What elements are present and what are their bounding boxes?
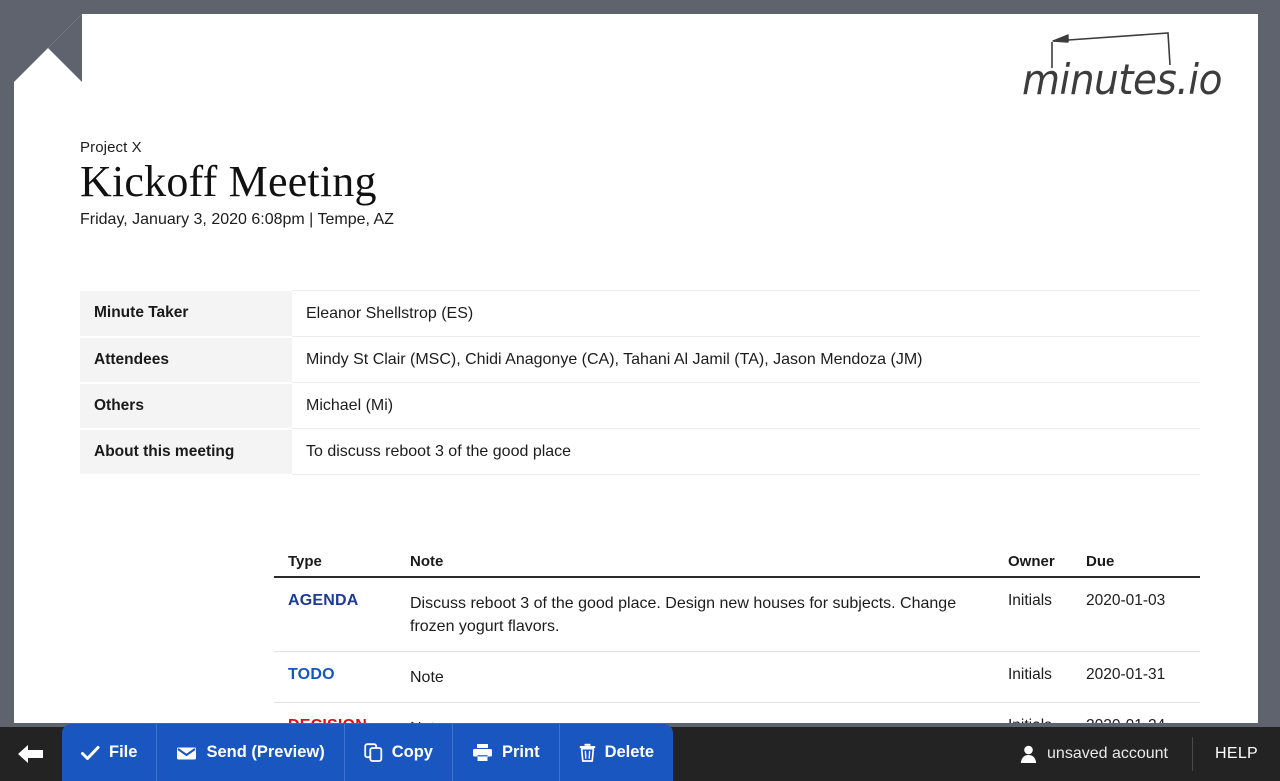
document-page: Project X Kickoff Meeting Friday, Januar…	[14, 14, 1258, 723]
account-status[interactable]: unsaved account	[1002, 737, 1193, 771]
document-actions-toolbar: File Send (Preview) Copy Print Delete	[62, 724, 674, 781]
table-row: Others Michael (Mi)	[80, 382, 1200, 430]
send-preview-button[interactable]: Send (Preview)	[157, 724, 345, 781]
info-value[interactable]: Mindy St Clair (MSC), Chidi Anagonye (CA…	[292, 336, 1200, 383]
delete-button-label: Delete	[604, 743, 655, 761]
note-type[interactable]: TODO	[274, 651, 410, 703]
column-header-owner: Owner	[1008, 544, 1086, 578]
note-type[interactable]: DECISION	[274, 702, 410, 723]
table-row: AGENDA Discuss reboot 3 of the good plac…	[274, 577, 1200, 652]
document-header: Project X Kickoff Meeting Friday, Januar…	[80, 138, 1200, 231]
copy-button-label: Copy	[391, 743, 433, 761]
file-button[interactable]: File	[62, 724, 158, 781]
meeting-datetime-location: Friday, January 3, 2020 6:08pm | Tempe, …	[80, 211, 394, 228]
back-button[interactable]	[0, 727, 62, 781]
note-due[interactable]: 2020-01-31	[1086, 651, 1200, 703]
note-owner[interactable]: Initials	[1008, 651, 1086, 703]
note-owner[interactable]: Initials	[1008, 702, 1086, 723]
envelope-icon	[177, 747, 197, 759]
table-row: Attendees Mindy St Clair (MSC), Chidi An…	[80, 336, 1200, 384]
info-label: Minute Taker	[80, 290, 292, 338]
print-button[interactable]: Print	[453, 724, 560, 781]
minutes-io-logo: minutes.io	[1022, 30, 1222, 112]
logo-text: minutes.io	[1022, 56, 1222, 105]
table-row: Minute Taker Eleanor Shellstrop (ES)	[80, 290, 1200, 338]
account-label: unsaved account	[1047, 745, 1168, 762]
note-due[interactable]: 2020-01-03	[1086, 577, 1200, 652]
note-text[interactable]: Note	[410, 651, 1008, 703]
delete-button[interactable]: Delete	[560, 724, 674, 781]
column-header-note: Note	[410, 544, 1008, 578]
table-row: TODO Note Initials 2020-01-31	[274, 651, 1200, 703]
note-due[interactable]: 2020-01-24	[1086, 702, 1200, 723]
note-text[interactable]: Note	[410, 702, 1008, 723]
meeting-notes-table: Type Note Owner Due AGENDA Discuss reboo…	[274, 544, 1200, 723]
project-label: Project X	[80, 139, 142, 156]
help-button[interactable]: HELP	[1193, 745, 1280, 763]
print-button-label: Print	[501, 743, 540, 761]
info-label: Others	[80, 382, 292, 430]
info-label: About this meeting	[80, 428, 292, 476]
page-title: Kickoff Meeting	[80, 157, 377, 206]
info-value[interactable]: Michael (Mi)	[292, 382, 1200, 429]
info-value[interactable]: Eleanor Shellstrop (ES)	[292, 290, 1200, 337]
copy-icon	[364, 743, 382, 762]
note-owner[interactable]: Initials	[1008, 577, 1086, 652]
table-row: DECISION Note Initials 2020-01-24	[274, 702, 1200, 723]
trash-icon	[579, 743, 595, 762]
check-icon	[81, 745, 100, 760]
send-preview-button-label: Send (Preview)	[206, 743, 325, 761]
user-icon	[1020, 745, 1037, 763]
page-fold-corner	[14, 14, 82, 82]
arrow-left-icon	[18, 745, 43, 763]
column-header-type: Type	[274, 544, 410, 578]
file-button-label: File	[109, 743, 138, 761]
meeting-info-table: Minute Taker Eleanor Shellstrop (ES) Att…	[80, 290, 1200, 476]
info-value[interactable]: To discuss reboot 3 of the good place	[292, 428, 1200, 475]
note-type[interactable]: AGENDA	[274, 577, 410, 652]
copy-button[interactable]: Copy	[345, 724, 453, 781]
info-label: Attendees	[80, 336, 292, 384]
printer-icon	[472, 744, 492, 761]
bottom-bar-right: unsaved account HELP	[1002, 727, 1280, 781]
notes-header-row: Type Note Owner Due	[274, 544, 1200, 578]
note-text[interactable]: Discuss reboot 3 of the good place. Desi…	[410, 577, 1008, 652]
column-header-due: Due	[1086, 544, 1200, 578]
table-row: About this meeting To discuss reboot 3 o…	[80, 428, 1200, 476]
